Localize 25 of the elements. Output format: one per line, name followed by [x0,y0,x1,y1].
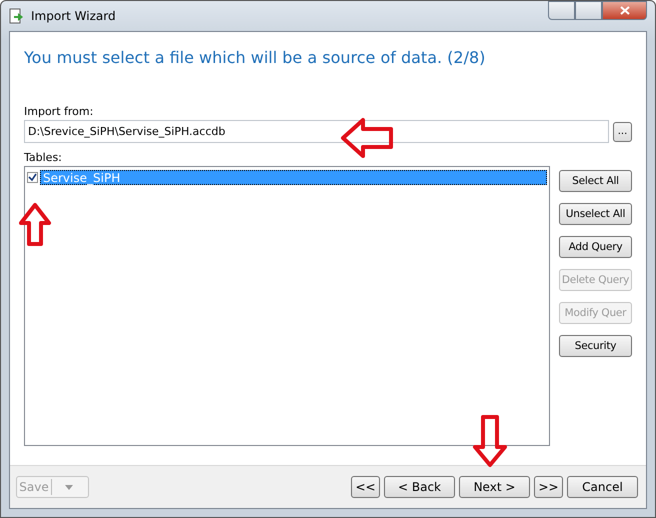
app-icon [9,8,25,24]
tables-label: Tables: [24,151,63,164]
nav-button[interactable]: < Back [384,476,455,498]
minimize-button[interactable] [548,1,575,20]
annotation-arrow [473,415,507,467]
checkbox[interactable] [27,172,38,183]
annotation-arrow [341,118,393,158]
side-button[interactable]: Add Query [559,236,632,258]
maximize-button[interactable] [575,1,602,20]
side-button[interactable]: Security [559,335,632,357]
annotation-arrow [19,203,51,246]
browse-button[interactable]: ... [613,122,632,142]
window-title: Import Wizard [31,9,116,23]
close-button[interactable] [602,1,647,20]
nav-button[interactable]: << [351,476,380,498]
import-from-label: Import from: [24,105,94,118]
step-heading: You must select a file which will be a source of data. (2/8) [24,48,486,67]
side-button[interactable]: Select All [559,170,632,192]
file-path-field[interactable]: D:\Srevice_SiPH\Servise_SiPH.accdb [24,120,610,143]
side-button[interactable]: Unselect All [559,203,632,225]
nav-button[interactable]: Cancel [567,476,638,498]
nav-button[interactable]: >> [534,476,563,498]
close-icon [620,6,630,15]
nav-button[interactable]: Next > [459,476,530,498]
caret-icon [65,484,73,490]
